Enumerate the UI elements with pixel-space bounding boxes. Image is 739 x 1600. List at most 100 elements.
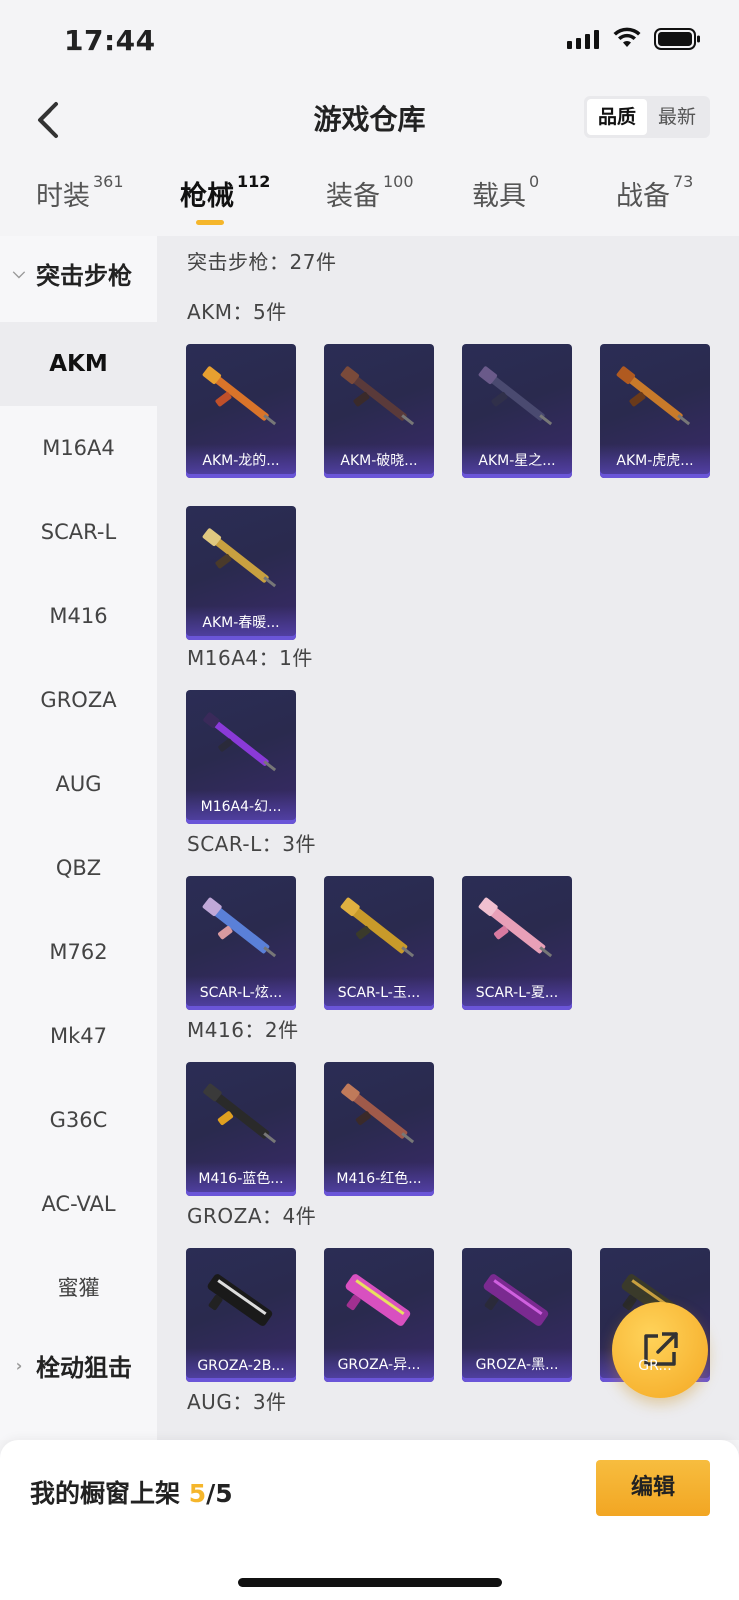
tab-label: 枪械 [180,181,234,212]
sort-toggle: 品质 最新 [584,96,710,138]
tab-count: 100 [383,172,414,191]
status-time: 17:44 [64,24,156,57]
active-tab-indicator [196,220,224,225]
rifle-skin-icon [202,897,277,958]
tab-fashion[interactable]: 时装 361 [36,172,124,213]
sidebar-item-m416[interactable]: M416 [0,574,157,658]
tab-count: 0 [529,172,540,191]
weapon-name: AKM-虎虎... [616,453,694,469]
tab-label: 时装 [36,181,90,212]
sidebar-item-ac-val[interactable]: AC-VAL [0,1162,157,1246]
rifle-skin-icon [483,1274,549,1326]
sidebar-item-honey-badger[interactable]: 蜜獾 [0,1246,157,1330]
sidebar-item-mk47[interactable]: Mk47 [0,994,157,1078]
sidebar-item-scar-l[interactable]: SCAR-L [0,490,157,574]
tab-label: 装备 [326,181,380,212]
weapon-name: GR... [638,1358,672,1374]
tab-label: 战备 [616,181,670,212]
weapon-name: SCAR-L-炫... [199,985,283,1001]
section-title: M416：2件 [187,1018,299,1042]
rifle-skin-icon [478,897,553,958]
sidebar-item-m762[interactable]: M762 [0,910,157,994]
weapon-name: M416-蓝色... [198,1171,284,1187]
sort-option-newest[interactable]: 最新 [647,99,707,135]
section-title: SCAR-L：3件 [187,832,317,856]
tab-count: 361 [93,172,124,191]
shelf-status: 我的橱窗上架 5/5 [30,1474,233,1510]
tab-vehicles[interactable]: 载具 0 [472,172,540,213]
weapon-card[interactable]: M416-蓝色... [186,1062,296,1196]
tab-label: 载具 [472,181,526,212]
sidebar-item-akm[interactable]: AKM [0,322,157,406]
weapon-name: SCAR-L-玉... [337,985,421,1001]
weapon-card[interactable]: GROZA-2B... [186,1248,296,1382]
sidebar-item-qbz[interactable]: QBZ [0,826,157,910]
weapon-type-sidebar: ⌵ 突击步枪 AKM M16A4 SCAR-L M416 GROZA AUG Q… [0,236,157,1440]
rifle-skin-icon [616,366,691,426]
weapon-card[interactable]: AKM-虎虎... [600,344,710,478]
sidebar-item-g36c[interactable]: G36C [0,1078,157,1162]
weapon-card[interactable]: GROZA-异... [324,1248,434,1382]
chevron-down-icon: ⌵ [12,263,26,282]
sidebar-item-groza[interactable]: GROZA [0,658,157,742]
weapon-card[interactable]: AKM-星之... [462,344,572,478]
weapon-name: SCAR-L-夏... [475,985,559,1001]
sidebar-group-label: 栓动狙击 [36,1353,132,1382]
rifle-skin-icon [340,366,415,426]
sidebar-group-bolt-snipers[interactable]: › 栓动狙击 [0,1330,157,1400]
sidebar-group-assault-rifles[interactable]: ⌵ 突击步枪 [0,238,157,308]
rifle-skin-icon [478,366,553,426]
rifle-skin-icon [202,366,277,426]
section-title: AKM：5件 [187,300,287,324]
category-summary: 突击步枪：27件 [187,250,337,274]
weapon-grid: 突击步枪：27件 AKM：5件 AKM-龙的... AKM-破晓... AKM-… [157,236,739,1440]
category-tabs: 时装 361 枪械 112 装备 100 载具 0 战备 73 [0,168,739,236]
tab-equipment[interactable]: 装备 100 [326,172,414,213]
weapon-card[interactable]: M416-红色... [324,1062,434,1196]
weapon-card[interactable]: M16A4-幻... [186,690,296,824]
edit-button[interactable]: 编辑 [596,1460,710,1516]
tab-firearms[interactable]: 枪械 112 [180,172,271,213]
section-title: AUG：3件 [187,1390,287,1414]
weapon-card[interactable]: SCAR-L-玉... [324,876,434,1010]
tab-supplies[interactable]: 战备 73 [616,172,694,213]
rifle-skin-icon [203,712,277,772]
wifi-icon [613,27,641,47]
weapon-card[interactable]: AKM-龙的... [186,344,296,478]
weapon-card[interactable]: SCAR-L-炫... [186,876,296,1010]
sidebar-item-m16a4[interactable]: M16A4 [0,406,157,490]
chevron-right-icon: › [15,1355,23,1375]
rifle-skin-icon [202,528,277,588]
rifle-skin-icon [340,897,415,958]
weapon-card[interactable]: AKM-破晓... [324,344,434,478]
tab-count: 73 [673,172,694,191]
home-indicator[interactable] [238,1578,502,1587]
weapon-name: GROZA-2B... [197,1358,285,1374]
weapon-name: M16A4-幻... [200,799,282,815]
rifle-skin-icon [207,1274,273,1326]
weapon-card[interactable]: GROZA-黑... [462,1248,572,1382]
sort-option-quality[interactable]: 品质 [587,99,647,135]
status-bar: 17:44 [0,0,739,80]
section-title: GROZA：4件 [187,1204,317,1228]
weapon-name: GROZA-黑... [475,1357,559,1373]
shelf-total: /5 [206,1479,233,1508]
cellular-signal-icon [567,29,599,49]
weapon-card[interactable]: SCAR-L-夏... [462,876,572,1010]
weapon-name: AKM-破晓... [340,453,418,469]
weapon-name: GROZA-异... [337,1357,421,1373]
rifle-skin-icon [203,1083,277,1144]
bottom-bar: 我的橱窗上架 5/5 编辑 [0,1440,739,1600]
weapon-name: AKM-春暖... [202,615,280,631]
weapon-name: AKM-龙的... [202,453,280,469]
rifle-skin-icon [341,1083,415,1144]
nav-header: 游戏仓库 品质 最新 [0,80,739,160]
share-button[interactable] [612,1302,708,1398]
weapon-card[interactable]: AKM-春暖... [186,506,296,640]
shelf-current-count: 5 [188,1479,207,1508]
tab-count: 112 [237,172,271,191]
shelf-label: 我的橱窗上架 [30,1479,181,1508]
section-title: M16A4：1件 [187,646,313,670]
sidebar-item-aug[interactable]: AUG [0,742,157,826]
weapon-name: M416-红色... [336,1171,422,1187]
